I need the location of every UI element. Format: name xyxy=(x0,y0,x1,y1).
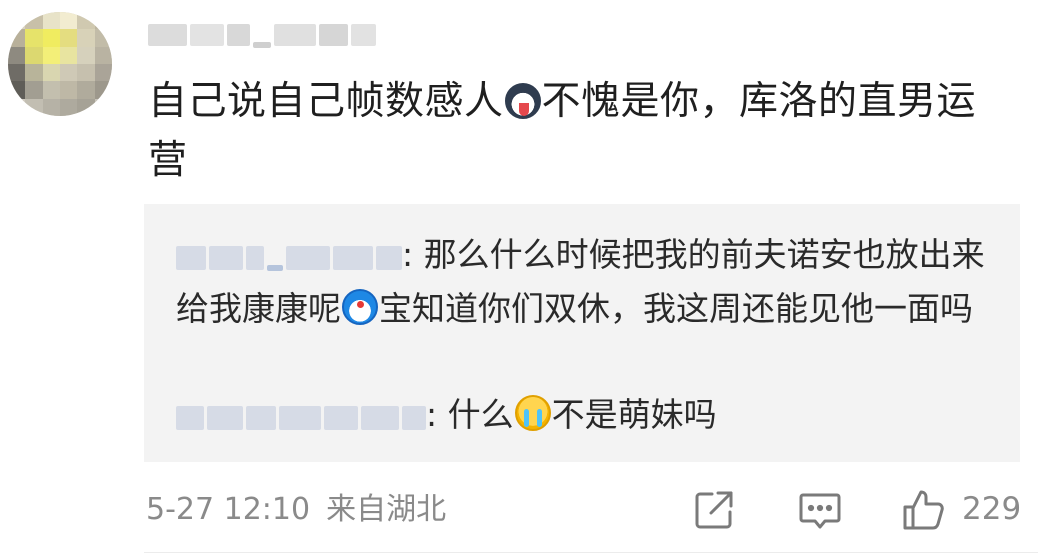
husky-emoji-icon xyxy=(504,83,541,119)
comment-meta: 5-27 12:10 来自湖北 xyxy=(146,490,446,530)
comment-text-part1: 自己说自己帧数感人 xyxy=(148,79,504,124)
username-redacted[interactable] xyxy=(148,20,377,50)
comment-icon[interactable] xyxy=(796,486,844,534)
comment-location: 来自湖北 xyxy=(326,492,447,527)
crying-emoji-icon xyxy=(514,395,551,431)
share-icon[interactable] xyxy=(690,486,738,534)
reply-item[interactable]: : 什么 不是萌妹吗 xyxy=(176,388,996,442)
reply-colon: : xyxy=(426,395,448,434)
thumbs-up-icon[interactable] xyxy=(900,486,948,534)
doraemon-emoji-icon xyxy=(342,289,378,325)
avatar[interactable] xyxy=(8,12,112,116)
reply-item[interactable]: : 那么什么时候把我的前夫诺安也放出来给我康康呢 宝知道你们双休，我这周还能见他一… xyxy=(176,228,996,336)
divider xyxy=(144,552,1038,553)
comment-time: 5-27 12:10 xyxy=(146,492,311,527)
like-count: 229 xyxy=(962,491,1022,527)
reply-text-part2: 不是萌妹吗 xyxy=(551,395,717,434)
reply-text-part1: 什么 xyxy=(447,395,514,434)
reply-text-part2: 宝知道你们双休，我这周还能见他一面吗 xyxy=(379,289,973,328)
reply-thread[interactable]: : 那么什么时候把我的前夫诺安也放出来给我康康呢 宝知道你们双休，我这周还能见他一… xyxy=(144,204,1020,462)
reply-username-redacted[interactable] xyxy=(176,401,426,435)
reply-colon: : xyxy=(402,235,424,274)
comment-text: 自己说自己帧数感人 不愧是你，库洛的直男运营 xyxy=(148,72,1008,190)
reply-username-redacted[interactable] xyxy=(176,241,402,275)
